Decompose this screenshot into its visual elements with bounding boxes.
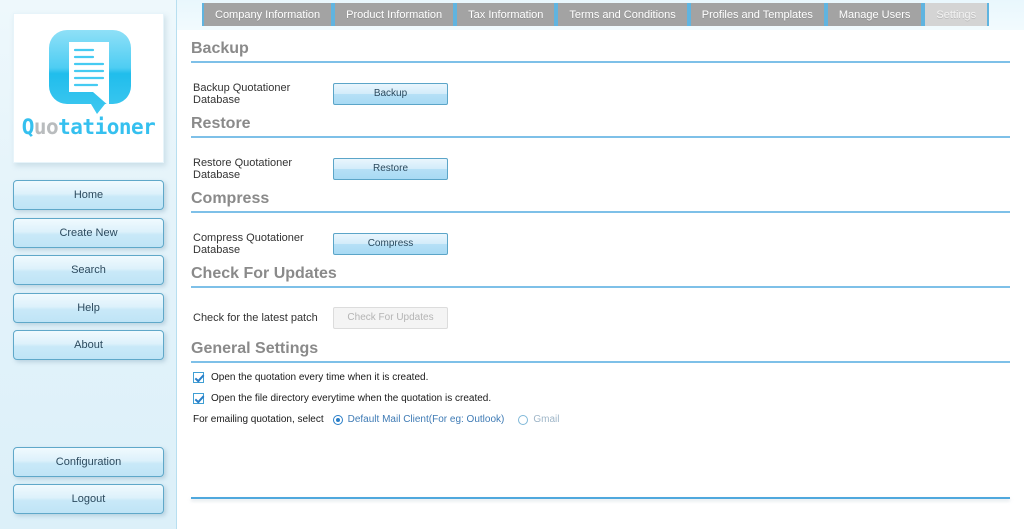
section-heading-compress: Compress <box>191 190 1010 213</box>
section-heading-backup: Backup <box>191 40 1010 63</box>
sidebar-item-logout[interactable]: Logout <box>13 484 164 514</box>
checkbox-row-open-quotation[interactable]: Open the quotation every time when it is… <box>193 372 428 383</box>
wordmark-part-2: uo <box>33 115 59 139</box>
email-client-radio-row: For emailing quotation, select Default M… <box>193 414 573 425</box>
section-heading-restore: Restore <box>191 115 1010 138</box>
tab-company-information[interactable]: Company Information <box>202 3 334 26</box>
backup-button[interactable]: Backup <box>333 83 448 105</box>
tab-terms-and-conditions[interactable]: Terms and Conditions <box>556 3 689 26</box>
restore-row: Restore Quotationer Database Restore <box>193 157 448 181</box>
compress-button[interactable]: Compress <box>333 233 448 255</box>
sidebar-item-home[interactable]: Home <box>13 180 164 210</box>
tab-terms-and-conditions-label: Terms and Conditions <box>569 8 676 21</box>
sidebar-item-help[interactable]: Help <box>13 293 164 323</box>
tab-manage-users-label: Manage Users <box>838 8 911 21</box>
tab-settings[interactable]: Settings <box>923 3 990 26</box>
radio-gmail[interactable] <box>518 414 529 425</box>
sidebar-item-help-label: Help <box>77 302 100 314</box>
radio-option-gmail[interactable]: Gmail <box>518 414 559 425</box>
tab-bar: Company Information Product Information … <box>177 0 1024 30</box>
check-for-updates-button[interactable]: Check For Updates <box>333 307 448 329</box>
tab-profiles-and-templates-label: Profiles and Templates <box>701 8 813 21</box>
checkbox-row-open-directory[interactable]: Open the file directory everytime when t… <box>193 393 491 404</box>
radio-default-mail-client[interactable] <box>332 414 343 425</box>
wordmark-part-3: tationer <box>58 115 156 139</box>
tab-product-information[interactable]: Product Information <box>333 3 456 26</box>
checkbox-open-directory[interactable] <box>193 393 204 404</box>
sidebar-item-create-new-label: Create New <box>59 227 118 239</box>
restore-row-label: Restore Quotationer Database <box>193 157 293 181</box>
tab-product-information-label: Product Information <box>346 8 443 21</box>
tab-profiles-and-templates[interactable]: Profiles and Templates <box>688 3 826 26</box>
tab-tax-information-label: Tax Information <box>468 8 544 21</box>
sidebar-item-about[interactable]: About <box>13 330 164 360</box>
sidebar-item-search[interactable]: Search <box>13 255 164 285</box>
tab-settings-label: Settings <box>936 8 977 21</box>
check-updates-row: Check for the latest patch Check For Upd… <box>193 307 448 329</box>
sidebar-item-logout-label: Logout <box>71 493 106 505</box>
sidebar-item-configuration-label: Configuration <box>55 456 122 468</box>
tab-company-information-label: Company Information <box>215 8 321 21</box>
sidebar-item-home-label: Home <box>73 189 104 201</box>
sidebar-item-search-label: Search <box>71 264 106 276</box>
sidebar-item-create-new[interactable]: Create New <box>13 218 164 248</box>
sidebar: Quotationer Home Create New Search Help … <box>0 0 177 529</box>
backup-row-label: Backup Quotationer Database <box>193 82 291 106</box>
footer-divider <box>191 497 1010 499</box>
tab-manage-users[interactable]: Manage Users <box>825 3 924 26</box>
backup-row: Backup Quotationer Database Backup <box>193 82 448 106</box>
compress-row-label: Compress Quotationer Database <box>193 232 304 256</box>
compress-row: Compress Quotationer Database Compress <box>193 232 448 256</box>
checkbox-open-quotation-label: Open the quotation every time when it is… <box>211 372 429 383</box>
radio-gmail-label: Gmail <box>533 414 560 425</box>
checkbox-open-directory-label: Open the file directory everytime when t… <box>211 393 492 404</box>
section-heading-general-settings: General Settings <box>191 340 1010 363</box>
tab-strip: Company Information Product Information … <box>202 3 990 26</box>
radio-default-mail-client-label: Default Mail Client(For eg: Outlook) <box>347 414 505 425</box>
section-heading-check-for-updates: Check For Updates <box>191 265 1010 288</box>
restore-button[interactable]: Restore <box>333 158 448 180</box>
app-wordmark: Quotationer <box>14 117 163 138</box>
quotationer-logo-icon <box>49 30 131 114</box>
settings-panel: Backup Backup Quotationer Database Backu… <box>177 30 1024 529</box>
check-updates-row-label: Check for the latest patch <box>193 312 318 324</box>
sidebar-item-about-label: About <box>74 339 103 351</box>
checkbox-open-quotation[interactable] <box>193 372 204 383</box>
wordmark-part-1: Q <box>21 115 35 139</box>
tab-tax-information[interactable]: Tax Information <box>455 3 557 26</box>
radio-option-default-mail-client[interactable]: Default Mail Client(For eg: Outlook) <box>332 414 505 425</box>
sidebar-item-configuration[interactable]: Configuration <box>13 447 164 477</box>
email-client-lead-label: For emailing quotation, select <box>193 414 324 425</box>
app-logo-card: Quotationer <box>13 13 164 163</box>
